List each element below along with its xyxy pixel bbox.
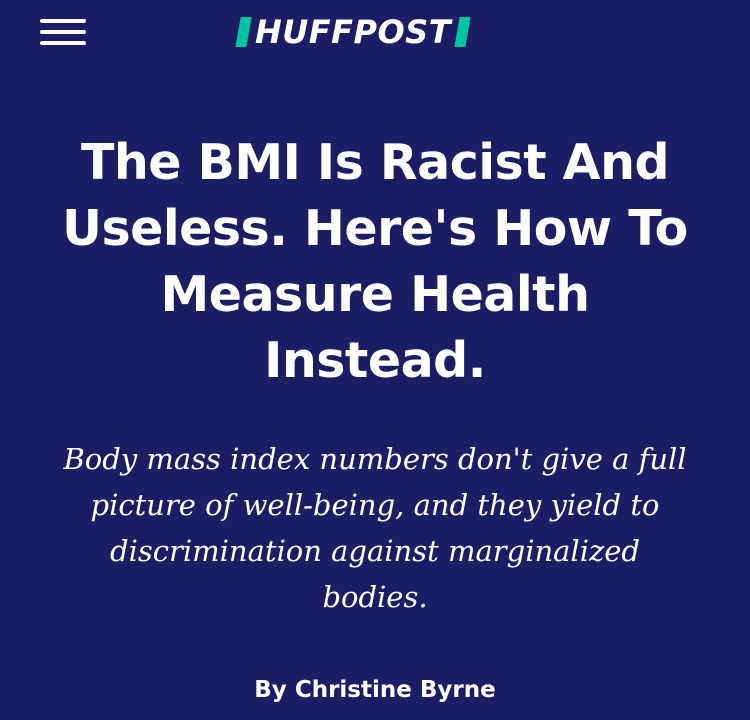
menu-line — [40, 30, 86, 34]
hamburger-menu-icon[interactable] — [40, 17, 88, 49]
byline: By Christine Byrne — [0, 671, 750, 709]
article-headline: The BMI Is Racist And Useless. Here's Ho… — [62, 134, 688, 389]
huffpost-logo[interactable]: HUFFPOST — [235, 13, 471, 51]
menu-line — [40, 41, 86, 45]
menu-line — [40, 19, 86, 23]
logo-wordmark: HUFFPOST — [255, 13, 452, 51]
author-link[interactable]: Christine Byrne — [295, 677, 496, 703]
article-dek: Body mass index numbers don't give a ful… — [63, 442, 687, 614]
logo-right-bar — [454, 17, 471, 47]
logo-left-bar — [235, 17, 252, 47]
byline-prefix: By — [254, 677, 287, 703]
top-bar: HUFFPOST — [0, 0, 750, 70]
